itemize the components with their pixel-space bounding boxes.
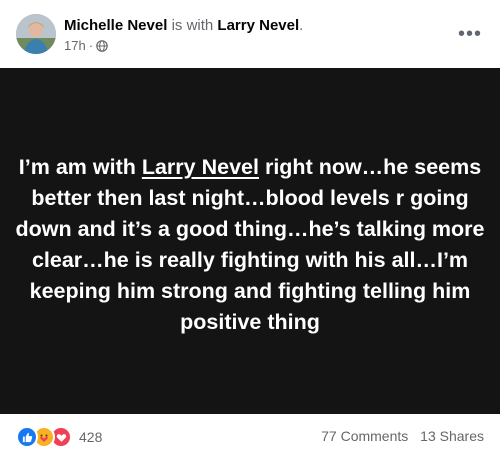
post-background-text: I’m am with Larry Nevel right now…he see…: [0, 68, 500, 414]
reactions-summary[interactable]: 428: [16, 426, 102, 448]
globe-icon: [96, 40, 108, 52]
post-text-after-mention: right now…he seems better then last nigh…: [15, 155, 485, 334]
engagement-counts: 77 Comments 13 Shares: [321, 428, 484, 444]
mention-link[interactable]: Larry Nevel: [142, 155, 259, 179]
tagged-person-name[interactable]: Larry Nevel: [217, 17, 299, 34]
author-name[interactable]: Michelle Nevel: [64, 17, 167, 34]
avatar[interactable]: [16, 14, 56, 54]
engagement-bar: 428 77 Comments 13 Shares: [0, 414, 500, 453]
post-header: Michelle Nevel is with Larry Nevel. 17h …: [0, 0, 500, 68]
more-options-button[interactable]: •••: [458, 22, 482, 46]
post-text: I’m am with Larry Nevel right now…he see…: [15, 152, 485, 338]
meta-separator: ·: [88, 38, 94, 53]
post-meta: 17h ·: [64, 38, 108, 54]
like-icon: [16, 426, 38, 448]
reaction-count: 428: [79, 429, 103, 445]
shares-link[interactable]: 13 Shares: [420, 428, 484, 444]
with-text: is with: [171, 17, 214, 34]
post-text-before-mention: I’m am with: [18, 155, 142, 179]
avatar-photo-icon: [16, 14, 56, 54]
author-line: Michelle Nevel is with Larry Nevel.: [64, 16, 303, 36]
tagged-suffix: .: [299, 17, 304, 34]
post-timestamp[interactable]: 17h: [64, 38, 86, 54]
comments-link[interactable]: 77 Comments: [321, 428, 408, 444]
